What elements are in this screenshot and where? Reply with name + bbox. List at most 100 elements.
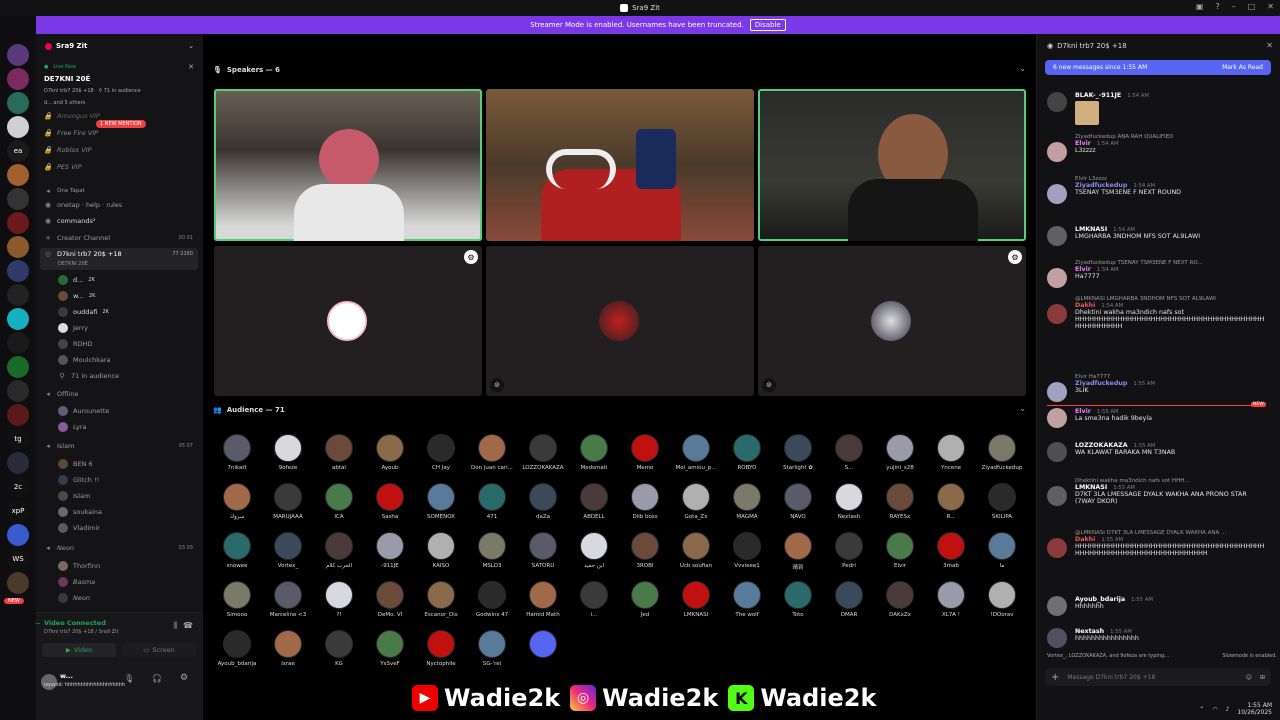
audience-member[interactable]: SOMENOX	[416, 483, 466, 520]
voice-user[interactable]: Islam	[58, 491, 90, 501]
emoji-icon[interactable]: ☺	[1246, 674, 1252, 681]
server-icon[interactable]	[7, 332, 29, 354]
audience-member[interactable]: MSLO3	[467, 532, 517, 569]
avatar[interactable]	[1047, 538, 1067, 558]
server-icon[interactable]	[7, 572, 29, 594]
audience-member[interactable]: Escanor_Dis	[416, 581, 466, 618]
server-icon[interactable]	[7, 284, 29, 306]
category-one-tapat[interactable]: ◂ One Tapat	[44, 187, 85, 195]
audience-member[interactable]: Ucb soufian	[671, 532, 721, 569]
speaker-tile[interactable]: ⊘	[486, 246, 754, 396]
audience-member[interactable]: RAYESx	[875, 483, 925, 520]
audience-member[interactable]: Vvvieee1	[722, 532, 772, 569]
server-icon[interactable]	[7, 212, 29, 234]
chat-message[interactable]: Elvir 1:55 AM La sme3na hadik 9beyla	[1047, 408, 1277, 428]
audience-member[interactable]: KAISO	[416, 532, 466, 569]
server-icon[interactable]	[7, 308, 29, 330]
audience-member[interactable]: -911JE	[365, 532, 415, 569]
mention-badge[interactable]: 1 NEW MENTION	[96, 120, 146, 128]
message-author[interactable]: Elvir	[1075, 266, 1091, 273]
audience-member[interactable]: Don juan carl...	[467, 434, 517, 471]
audience-member[interactable]: Simooo	[212, 581, 262, 618]
avatar[interactable]	[1047, 486, 1067, 506]
avatar[interactable]	[1047, 184, 1067, 204]
voice-user[interactable]: Vladimir	[58, 523, 100, 533]
audience-member[interactable]: i...	[569, 581, 619, 618]
server-icon[interactable]	[7, 404, 29, 426]
audience-member[interactable]: Toto	[773, 581, 823, 618]
signal-icon[interactable]: ⌔	[34, 621, 42, 631]
channel-onetap[interactable]: ◉ onetap · help · rules	[44, 201, 122, 209]
audience-member[interactable]: XL7A !	[926, 581, 976, 618]
audience-member[interactable]: The wolf	[722, 581, 772, 618]
server-icon[interactable]	[7, 236, 29, 258]
audience-member[interactable]: ABDELL	[569, 483, 619, 520]
audience-member[interactable]: Hamid Math	[518, 581, 568, 618]
message-author[interactable]: Ziyadfuckedup	[1075, 380, 1127, 387]
channel-creator[interactable]: + Creator Channel	[44, 234, 110, 242]
audience-member[interactable]: R...	[926, 483, 976, 520]
audience-member[interactable]: 3mab	[926, 532, 976, 569]
audience-member[interactable]: ROBYO	[722, 434, 772, 471]
category-islam[interactable]: ◂ Islam	[44, 442, 74, 450]
server-icon[interactable]	[7, 524, 29, 546]
server-icon[interactable]: ea	[7, 140, 29, 162]
audience-member[interactable]: MAGMA	[722, 483, 772, 520]
server-icon[interactable]	[7, 380, 29, 402]
audience-member[interactable]: Godwins 47	[467, 581, 517, 618]
audience-member[interactable]: Memo	[620, 434, 670, 471]
audience-count[interactable]: ⚲ 71 in audience	[58, 372, 119, 380]
message-author[interactable]: Nextash	[1075, 628, 1104, 635]
server-header[interactable]: Sra9 Zit ⌄	[36, 34, 203, 58]
message-image[interactable]	[1075, 101, 1099, 125]
audience-member[interactable]: SG-'rei	[467, 630, 517, 667]
audience-member[interactable]: ICA	[314, 483, 364, 520]
speaker-video[interactable]	[214, 89, 482, 241]
voice-user[interactable]: Thorfinn	[58, 561, 100, 571]
wifi-icon[interactable]: ◠	[1212, 706, 1217, 713]
close-icon[interactable]: ✕	[1267, 2, 1274, 11]
voice-user[interactable]: soukaina	[58, 507, 102, 517]
audience-member[interactable]: YsSveF	[365, 630, 415, 667]
chat-message[interactable]: Ziyadfuckedup ANA RAH QUALIFIED Elvir 1:54…	[1047, 134, 1277, 162]
avatar[interactable]	[1047, 268, 1067, 288]
audience-member[interactable]: Ayoub	[365, 434, 415, 471]
speaker-video[interactable]	[486, 89, 754, 241]
message-author[interactable]: Dakhi	[1075, 536, 1095, 543]
stage-user[interactable]: Moulchkara	[58, 355, 111, 365]
audience-member[interactable]: MARUJAAA	[263, 483, 313, 520]
audience-member[interactable]: Gota_Zx	[671, 483, 721, 520]
chevron-up-icon[interactable]: ⌃	[1199, 706, 1204, 713]
avatar[interactable]	[1047, 596, 1067, 616]
server-icon[interactable]: tg	[7, 428, 29, 450]
chat-message[interactable]: Elvir L3zzzz Ziyadfuckedup 1:54 AM TSENAY T…	[1047, 176, 1277, 204]
chat-message[interactable]: Elvir Ha7777 Ziyadfuckedup 1:55 AM 3LIK	[1047, 374, 1277, 402]
channel-commands[interactable]: ◉ commands²	[44, 217, 96, 225]
close-icon[interactable]: ✕	[1266, 41, 1273, 50]
server-icon[interactable]	[7, 260, 29, 282]
mic-icon[interactable]: 🎙	[124, 674, 134, 683]
maximize-icon[interactable]: □	[1248, 2, 1256, 11]
new-messages-bar[interactable]: 6 new messages since 1:55 AM Mark As Rea…	[1045, 60, 1271, 75]
audience-member[interactable]: OMAR	[824, 581, 874, 618]
audience-member[interactable]: Moi_amiou_p...	[671, 434, 721, 471]
audience-member[interactable]: LMKNASI	[671, 581, 721, 618]
voice-user[interactable]: BEN 6	[58, 459, 93, 469]
message-author[interactable]: Elvir	[1075, 140, 1091, 147]
audience-member[interactable]: Nextash	[824, 483, 874, 520]
audience-member[interactable]: Elvir	[875, 532, 925, 569]
stage-user[interactable]: RDHD	[58, 339, 92, 349]
speaker-tile[interactable]: ⚙	[214, 246, 482, 396]
message-author[interactable]: LMKNASI	[1075, 226, 1107, 233]
avatar[interactable]	[1047, 226, 1067, 246]
voice-user[interactable]: Basma	[58, 577, 95, 587]
avatar[interactable]	[1047, 442, 1067, 462]
noise-icon[interactable]: ⫼	[173, 621, 177, 631]
message-author[interactable]: LMKNASI	[1075, 484, 1107, 491]
audience-member[interactable]: 9ofeze	[263, 434, 313, 471]
stage-user[interactable]: d... 2K	[58, 275, 95, 285]
avatar[interactable]	[1047, 382, 1067, 402]
apps-icon[interactable]: ⊞	[1260, 674, 1265, 681]
avatar[interactable]	[1047, 628, 1067, 648]
speaker-video[interactable]	[758, 89, 1026, 241]
